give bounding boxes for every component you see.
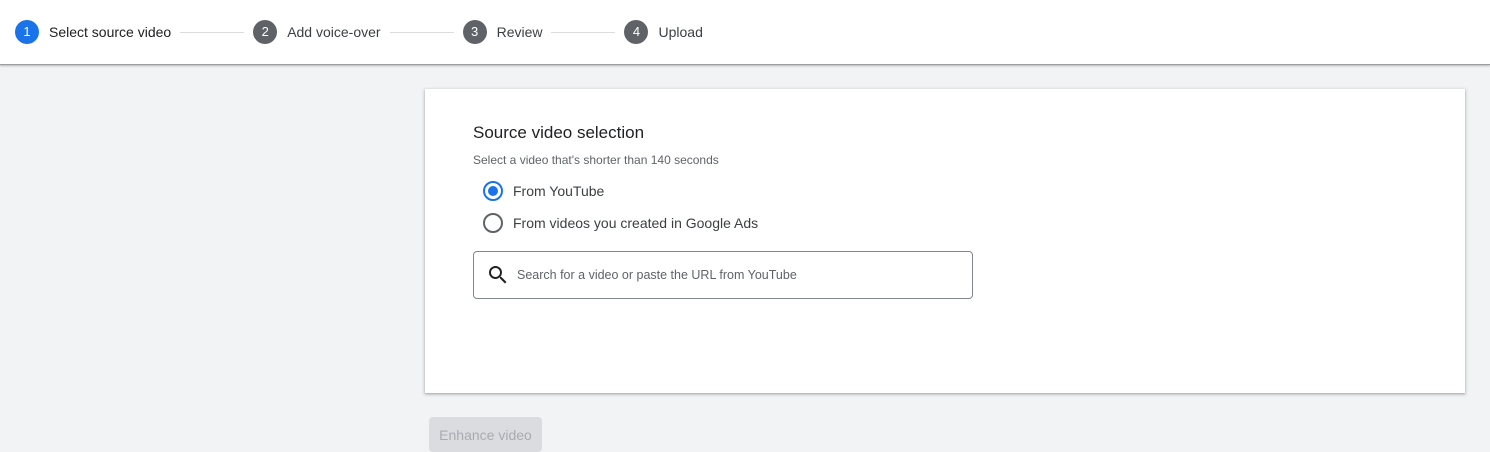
radio-button[interactable]: [483, 181, 503, 201]
step-number: 4: [624, 20, 649, 44]
step-label: Select source video: [49, 24, 172, 40]
step-upload[interactable]: 4 Upload: [624, 20, 703, 44]
step-number: 1: [15, 20, 39, 44]
video-search-box[interactable]: [473, 251, 973, 299]
step-label: Upload: [658, 24, 703, 40]
step-add-voice-over[interactable]: 2 Add voice-over: [253, 20, 381, 44]
stepper: 1 Select source video 2 Add voice-over 3…: [0, 0, 1490, 65]
video-search-input[interactable]: [517, 268, 957, 282]
step-connector: [180, 31, 245, 33]
card-subtitle: Select a video that's shorter than 140 s…: [473, 153, 719, 167]
step-select-source-video[interactable]: 1 Select source video: [15, 20, 171, 44]
step-connector: [389, 31, 454, 33]
step-label: Review: [496, 24, 543, 40]
radio-label: From videos you created in Google Ads: [513, 215, 759, 231]
enhance-video-button[interactable]: Enhance video: [429, 417, 542, 452]
radio-option-youtube[interactable]: From YouTube: [483, 181, 604, 201]
step-connector: [551, 31, 616, 33]
radio-option-google-ads-videos[interactable]: From videos you created in Google Ads: [483, 213, 758, 233]
radio-label: From YouTube: [513, 183, 605, 199]
radio-button[interactable]: [483, 213, 503, 233]
step-review[interactable]: 3 Review: [462, 20, 543, 44]
step-label: Add voice-over: [287, 24, 381, 40]
step-number: 3: [462, 20, 487, 44]
step-number: 2: [253, 20, 278, 44]
source-video-card: Source video selection Select a video th…: [425, 89, 1465, 393]
card-title: Source video selection: [473, 123, 645, 142]
search-icon: [489, 266, 507, 284]
